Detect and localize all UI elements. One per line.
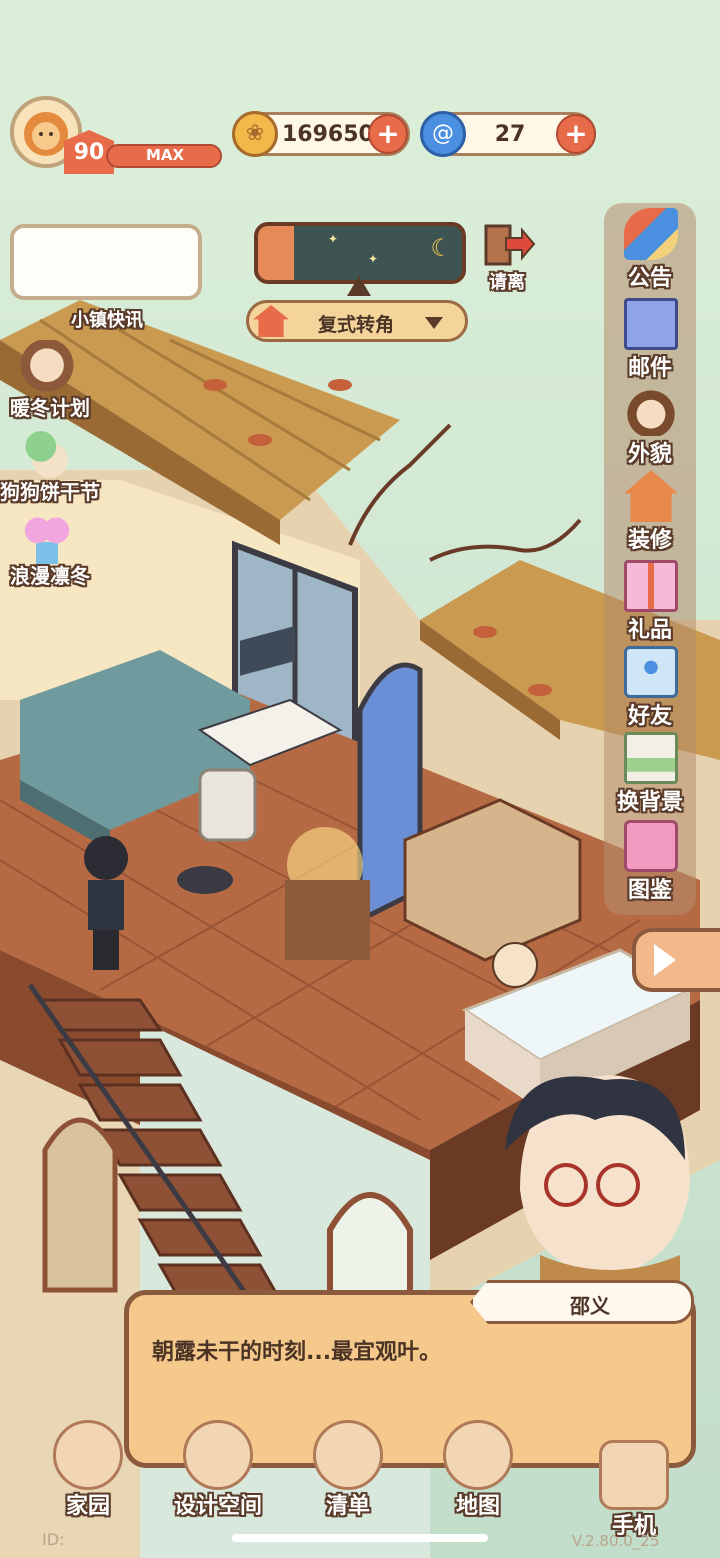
megaphone-icon: [624, 208, 678, 260]
add-gems-button[interactable]: +: [556, 114, 596, 154]
news-label: 小镇快讯: [71, 310, 143, 331]
exit-door-icon: [484, 224, 536, 266]
event-warm-winter[interactable]: 暖冬计划: [0, 340, 100, 420]
menu-label: 换背景: [616, 790, 683, 815]
coin-icon: ❀: [232, 111, 278, 157]
nav-checklist[interactable]: 清单: [288, 1420, 408, 1530]
moon-icon: ☾: [430, 234, 452, 262]
nav-design[interactable]: 设计空间: [158, 1420, 278, 1530]
map-icon: [443, 1420, 513, 1490]
menu-label: 外貌: [627, 442, 672, 467]
menu-label: 图鉴: [627, 878, 672, 903]
dialog-text: 朝露未干的时刻...最宜观叶。: [152, 1340, 442, 1365]
play-arrow-icon: [654, 944, 676, 976]
home-icon: [53, 1420, 123, 1490]
friend-book-icon: [624, 646, 678, 698]
event-dog-biscuit[interactable]: 狗狗饼干节: [0, 424, 100, 504]
plus-icon: +: [376, 117, 400, 150]
album-icon: [624, 820, 678, 872]
chevron-down-icon: [425, 317, 443, 329]
nav-map[interactable]: 地图: [418, 1420, 538, 1530]
nav-label: 清单: [325, 1494, 370, 1519]
time-pointer-icon[interactable]: [347, 276, 371, 296]
nav-label: 家园: [65, 1494, 110, 1519]
event-label: 狗狗饼干节: [0, 480, 100, 504]
news-box[interactable]: [10, 224, 202, 300]
star-icon: ✦: [368, 252, 379, 266]
phone-icon: [599, 1440, 669, 1510]
gift-bow-icon: [16, 508, 78, 564]
menu-appearance[interactable]: 外貌: [604, 384, 696, 470]
wallpaper-icon: [624, 732, 678, 784]
player-id: ID:: [42, 1530, 65, 1549]
plus-icon: +: [564, 117, 588, 150]
room-selector[interactable]: 复式转角: [246, 300, 468, 342]
menu-announcement[interactable]: 公告: [604, 208, 696, 294]
swirl-gem-icon: @: [420, 111, 466, 157]
expand-panel-button[interactable]: [632, 928, 720, 992]
menu-label: 公告: [627, 266, 672, 291]
girl-in-hat-icon: [16, 340, 78, 396]
menu-gifts[interactable]: 礼品: [604, 560, 696, 646]
menu-friends[interactable]: 好友: [604, 646, 696, 732]
leave-button[interactable]: 请离: [480, 222, 540, 294]
event-romantic-winter[interactable]: 浪漫凛冬: [0, 508, 100, 588]
checklist-icon: [313, 1420, 383, 1490]
nav-label: 设计空间: [173, 1494, 262, 1519]
menu-album[interactable]: 图鉴: [604, 820, 696, 906]
game-scene: 90 MAX ❀ 169650 + @ 27 + 小镇快讯 ☾ ✦ ✦ 请离 复…: [0, 0, 720, 1558]
speaker-name: 邵义: [570, 1294, 610, 1318]
leave-label: 请离: [489, 272, 525, 293]
menu-label: 装修: [627, 528, 672, 553]
nav-label: 地图: [455, 1494, 500, 1519]
menu-label: 邮件: [627, 356, 672, 381]
menu-label: 礼品: [627, 618, 672, 643]
add-coins-button[interactable]: +: [368, 114, 408, 154]
event-label: 浪漫凛冬: [10, 564, 90, 588]
house-wrench-icon: [624, 470, 678, 522]
menu-mail[interactable]: 邮件: [604, 298, 696, 384]
star-icon: ✦: [328, 232, 339, 246]
level-status: MAX: [145, 146, 185, 164]
version-label: V.2.80.0_25: [572, 1532, 660, 1550]
coin-amount: 169650: [282, 122, 374, 147]
menu-label: 好友: [627, 704, 672, 729]
menu-decorate[interactable]: 装修: [604, 470, 696, 556]
nav-home[interactable]: 家园: [28, 1420, 148, 1530]
event-label: 暖冬计划: [10, 396, 90, 420]
design-icon: [183, 1420, 253, 1490]
envelope-icon: [624, 298, 678, 350]
room-name: 复式转角: [317, 314, 394, 336]
home-indicator[interactable]: [232, 1534, 488, 1542]
gift-icon: [624, 560, 678, 612]
gem-amount: 27: [494, 122, 526, 147]
face-icon: [624, 384, 678, 436]
sunset-segment: [258, 226, 294, 280]
menu-change-background[interactable]: 换背景: [604, 732, 696, 818]
day-night-toggle[interactable]: ☾ ✦ ✦: [254, 222, 466, 284]
dog-bone-icon: [16, 424, 78, 480]
house-icon: [253, 305, 289, 337]
